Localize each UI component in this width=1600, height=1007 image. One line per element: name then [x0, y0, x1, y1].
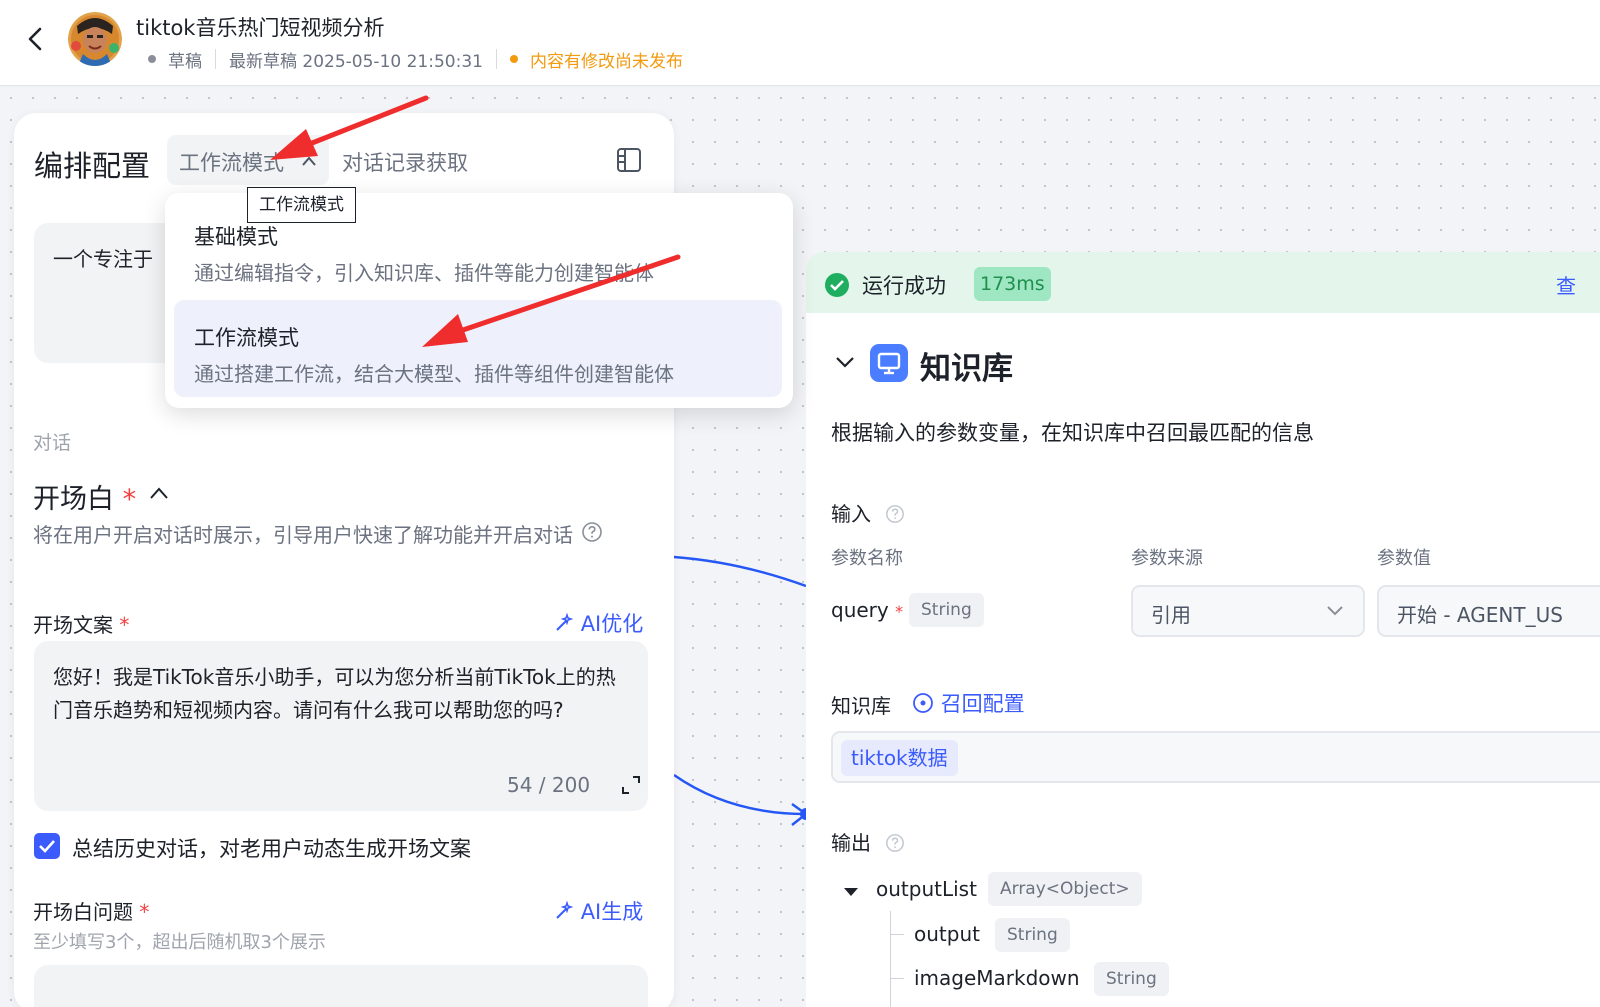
- output-name: outputList: [876, 877, 977, 901]
- input-label: 输入: [831, 498, 905, 527]
- help-icon[interactable]: [877, 831, 905, 855]
- input-label-text: 输入: [831, 502, 871, 526]
- opening-desc-text: 将在用户开启对话时展示，引导用户快速了解功能并开启对话: [33, 523, 573, 547]
- output-name: imageMarkdown: [914, 966, 1080, 990]
- opening-text-value: 您好！我是TikTok音乐小助手，可以为您分析当前TikTok上的热门音乐趋势和…: [53, 665, 616, 722]
- magic-wand-icon: [554, 900, 574, 924]
- expand-icon[interactable]: [620, 774, 642, 800]
- tree-line: [890, 978, 904, 979]
- magic-wand-icon: [554, 612, 574, 636]
- param-source-value: 引用: [1151, 603, 1191, 627]
- param-source-select[interactable]: 引用: [1131, 585, 1365, 637]
- output-label-text: 输出: [831, 831, 871, 855]
- required-mark: *: [119, 613, 130, 637]
- panel-title: 编排配置: [34, 149, 151, 183]
- questions-label-text: 开场白问题: [33, 900, 133, 924]
- status-dot: [148, 55, 156, 63]
- summarize-checkbox[interactable]: [34, 833, 60, 859]
- status-badge: 草稿: [168, 51, 202, 72]
- dropdown-item-desc: 通过搭建工作流，结合大模型、插件等组件创建智能体: [194, 362, 674, 386]
- output-name: output: [914, 922, 980, 946]
- meta-row: 草稿 最新草稿 2025-05-10 21:50:31 内容有修改尚未发布: [148, 47, 683, 72]
- required-mark: *: [139, 900, 150, 924]
- mode-select[interactable]: 工作流模式: [167, 135, 329, 185]
- knowledge-node-panel: 知识库 根据输入的参数变量，在知识库中召回最匹配的信息 输入 参数名称 参数来源…: [806, 313, 1600, 1007]
- section-dialog: 对话: [33, 432, 72, 454]
- ai-optimize-button[interactable]: AI优化: [554, 608, 643, 638]
- dropdown-item-workflow-mode[interactable]: 工作流模式 通过搭建工作流，结合大模型、插件等组件创建智能体: [174, 300, 782, 397]
- run-time-badge: 173ms: [974, 267, 1051, 301]
- run-status-text: 运行成功: [862, 274, 946, 298]
- chevron-down-icon: [1325, 603, 1345, 623]
- dropdown-item-title: 工作流模式: [194, 326, 299, 350]
- ai-generate-button[interactable]: AI生成: [554, 896, 643, 926]
- kb-chip[interactable]: tiktok数据: [841, 740, 958, 776]
- recall-config-icon: [912, 692, 934, 716]
- success-icon: [824, 272, 850, 302]
- opening-title-text: 开场白: [33, 484, 114, 515]
- top-bar: tiktok音乐热门短视频分析 草稿 最新草稿 2025-05-10 21:50…: [0, 0, 1600, 86]
- dropdown-item-desc: 通过编辑指令，引入知识库、插件等能力创建智能体: [194, 261, 654, 285]
- dropdown-item-title: 基础模式: [194, 225, 278, 249]
- question-input[interactable]: [34, 965, 648, 1007]
- ai-optimize-label: AI优化: [580, 612, 644, 636]
- node-desc: 根据输入的参数变量，在知识库中召回最匹配的信息: [831, 421, 1314, 445]
- tree-line: [890, 934, 904, 935]
- kb-select[interactable]: tiktok数据: [831, 731, 1600, 783]
- col-param-name: 参数名称: [831, 548, 903, 569]
- help-icon[interactable]: [581, 520, 603, 553]
- param-value-select[interactable]: 开始 - AGENT_US: [1377, 585, 1600, 637]
- warning-dot: [509, 55, 518, 63]
- opening-title: 开场白 *: [33, 477, 136, 516]
- opening-text-field[interactable]: 您好！我是TikTok音乐小助手，可以为您分析当前TikTok上的热门音乐趋势和…: [34, 641, 648, 811]
- chevron-up-icon: [301, 153, 317, 172]
- type-tag: String: [909, 593, 984, 627]
- required-mark: *: [895, 602, 904, 621]
- tab-history-fetch[interactable]: 对话记录获取: [342, 147, 468, 177]
- tooltip: 工作流模式: [247, 187, 356, 223]
- app-title: tiktok音乐热门短视频分析: [136, 16, 385, 40]
- opening-text-label: 开场文案 *: [33, 609, 129, 638]
- avatar[interactable]: [68, 12, 122, 66]
- layout-icon[interactable]: [615, 146, 643, 174]
- questions-hint: 至少填写3个，超出后随机取3个展示: [33, 932, 326, 953]
- mode-select-label: 工作流模式: [179, 151, 284, 175]
- draft-time: 最新草稿 2025-05-10 21:50:31: [229, 51, 483, 72]
- param-name-text: query: [831, 598, 889, 622]
- param-name: query *: [831, 598, 903, 622]
- node-title: 知识库: [920, 351, 1013, 387]
- char-count: 54 / 200: [507, 773, 591, 797]
- summarize-label: 总结历史对话，对老用户动态生成开场文案: [72, 837, 471, 861]
- divider: [215, 49, 216, 69]
- param-value-text: 开始 - AGENT_US: [1397, 603, 1563, 627]
- back-icon[interactable]: [22, 22, 52, 56]
- divider: [495, 49, 497, 69]
- questions-label: 开场白问题 *: [33, 896, 149, 925]
- caret-down-icon[interactable]: [843, 883, 859, 902]
- type-tag: Array<Object>: [988, 872, 1142, 906]
- help-icon[interactable]: [877, 502, 905, 526]
- mode-dropdown: 基础模式 通过编辑指令，引入知识库、插件等能力创建智能体 工作流模式 通过搭建工…: [165, 193, 793, 408]
- col-param-source: 参数来源: [1131, 548, 1203, 569]
- opening-text-label-text: 开场文案: [33, 613, 113, 637]
- recall-config-button[interactable]: 召回配置: [912, 688, 1025, 718]
- type-tag: String: [1094, 962, 1169, 996]
- ai-generate-label: AI生成: [580, 900, 644, 924]
- check-icon: [39, 840, 55, 853]
- chevron-down-icon[interactable]: [834, 353, 856, 375]
- chevron-up-icon[interactable]: [148, 484, 170, 506]
- output-label: 输出: [831, 827, 905, 856]
- required-mark: *: [122, 484, 137, 515]
- knowledge-icon: [870, 344, 908, 382]
- tree-line: [890, 911, 891, 1007]
- kb-label: 知识库: [831, 694, 891, 718]
- col-param-value: 参数值: [1377, 548, 1431, 569]
- opening-desc: 将在用户开启对话时展示，引导用户快速了解功能并开启对话: [33, 519, 643, 553]
- run-status-bar: 运行成功 173ms 查: [806, 252, 1600, 314]
- recall-config-label: 召回配置: [940, 692, 1025, 716]
- persona-text: 一个专注于: [53, 247, 153, 271]
- type-tag: String: [995, 918, 1070, 952]
- run-view-link[interactable]: 查: [1556, 270, 1576, 299]
- unpublished-warning: 内容有修改尚未发布: [529, 51, 683, 72]
